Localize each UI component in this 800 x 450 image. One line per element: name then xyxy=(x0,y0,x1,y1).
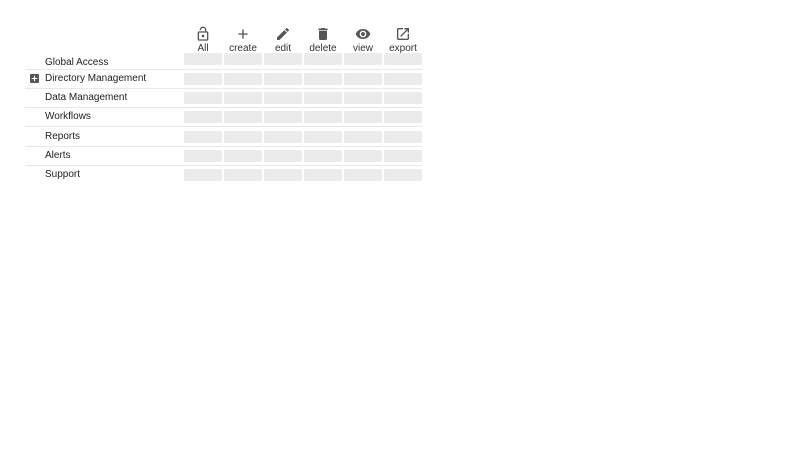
permission-row-data-management: Data Management xyxy=(25,89,422,108)
permission-cell-delete[interactable] xyxy=(304,53,342,65)
permission-cell-edit[interactable] xyxy=(264,131,302,143)
row-label: Alerts xyxy=(45,150,71,161)
column-export[interactable]: export xyxy=(384,24,422,54)
permission-cell-all[interactable] xyxy=(184,169,222,181)
trash-icon xyxy=(315,26,331,42)
permission-cell-delete[interactable] xyxy=(304,150,342,162)
permission-row-global-access: Global Access xyxy=(25,53,422,70)
permission-cell-export[interactable] xyxy=(384,150,422,162)
permission-cell-all[interactable] xyxy=(184,111,222,123)
permission-cell-delete[interactable] xyxy=(304,131,342,143)
permission-cell-create[interactable] xyxy=(224,73,262,85)
permission-cell-export[interactable] xyxy=(384,131,422,143)
permission-row-alerts: Alerts xyxy=(25,147,422,166)
permission-cell-all[interactable] xyxy=(184,53,222,65)
row-label: Directory Management xyxy=(45,73,147,84)
permissions-header: All create edit delete view export xyxy=(25,24,425,54)
permission-cell-create[interactable] xyxy=(224,131,262,143)
permission-cell-all[interactable] xyxy=(184,150,222,162)
permission-cell-all[interactable] xyxy=(184,92,222,104)
permissions-table: All create edit delete view export Globa… xyxy=(25,24,425,181)
permission-cell-export[interactable] xyxy=(384,111,422,123)
permission-row-directory-management: Directory Management xyxy=(25,70,422,89)
permission-cell-create[interactable] xyxy=(224,53,262,65)
permission-cell-create[interactable] xyxy=(224,111,262,123)
permission-cell-export[interactable] xyxy=(384,169,422,181)
permission-cell-export[interactable] xyxy=(384,73,422,85)
permission-cell-delete[interactable] xyxy=(304,92,342,104)
permission-cell-edit[interactable] xyxy=(264,92,302,104)
plus-icon xyxy=(235,26,251,42)
external-link-icon xyxy=(395,26,411,42)
permission-cell-create[interactable] xyxy=(224,92,262,104)
row-label: Reports xyxy=(45,131,81,142)
plus-square-icon xyxy=(31,75,38,82)
permission-cell-create[interactable] xyxy=(224,169,262,181)
permission-cell-view[interactable] xyxy=(344,150,382,162)
permission-cell-delete[interactable] xyxy=(304,73,342,85)
permission-row-reports: Reports xyxy=(25,127,422,147)
permission-cell-export[interactable] xyxy=(384,92,422,104)
permission-cell-edit[interactable] xyxy=(264,169,302,181)
permission-cell-edit[interactable] xyxy=(264,150,302,162)
lock-open-icon xyxy=(195,26,211,42)
permission-cell-view[interactable] xyxy=(344,73,382,85)
row-label: Global Access xyxy=(45,57,109,68)
permission-cell-all[interactable] xyxy=(184,131,222,143)
permission-cell-all[interactable] xyxy=(184,73,222,85)
permission-cell-view[interactable] xyxy=(344,53,382,65)
column-delete[interactable]: delete xyxy=(304,24,342,54)
row-label: Data Management xyxy=(45,92,128,103)
permission-cell-view[interactable] xyxy=(344,111,382,123)
column-all[interactable]: All xyxy=(184,24,222,54)
column-create[interactable]: create xyxy=(224,24,262,54)
permission-cell-view[interactable] xyxy=(344,169,382,181)
permission-cell-edit[interactable] xyxy=(264,73,302,85)
permission-row-workflows: Workflows xyxy=(25,108,422,127)
permission-cell-create[interactable] xyxy=(224,150,262,162)
expand-button[interactable] xyxy=(30,74,39,83)
row-label: Support xyxy=(45,169,81,180)
column-edit[interactable]: edit xyxy=(264,24,302,54)
permission-cell-delete[interactable] xyxy=(304,169,342,181)
column-view[interactable]: view xyxy=(344,24,382,54)
permission-cell-export[interactable] xyxy=(384,53,422,65)
permission-cell-view[interactable] xyxy=(344,131,382,143)
eye-icon xyxy=(355,26,371,42)
permission-cell-view[interactable] xyxy=(344,92,382,104)
permission-cell-delete[interactable] xyxy=(304,111,342,123)
pencil-icon xyxy=(275,26,291,42)
permission-cell-edit[interactable] xyxy=(264,111,302,123)
row-label: Workflows xyxy=(45,111,91,122)
permission-cell-edit[interactable] xyxy=(264,53,302,65)
permission-row-support: Support xyxy=(25,166,422,185)
